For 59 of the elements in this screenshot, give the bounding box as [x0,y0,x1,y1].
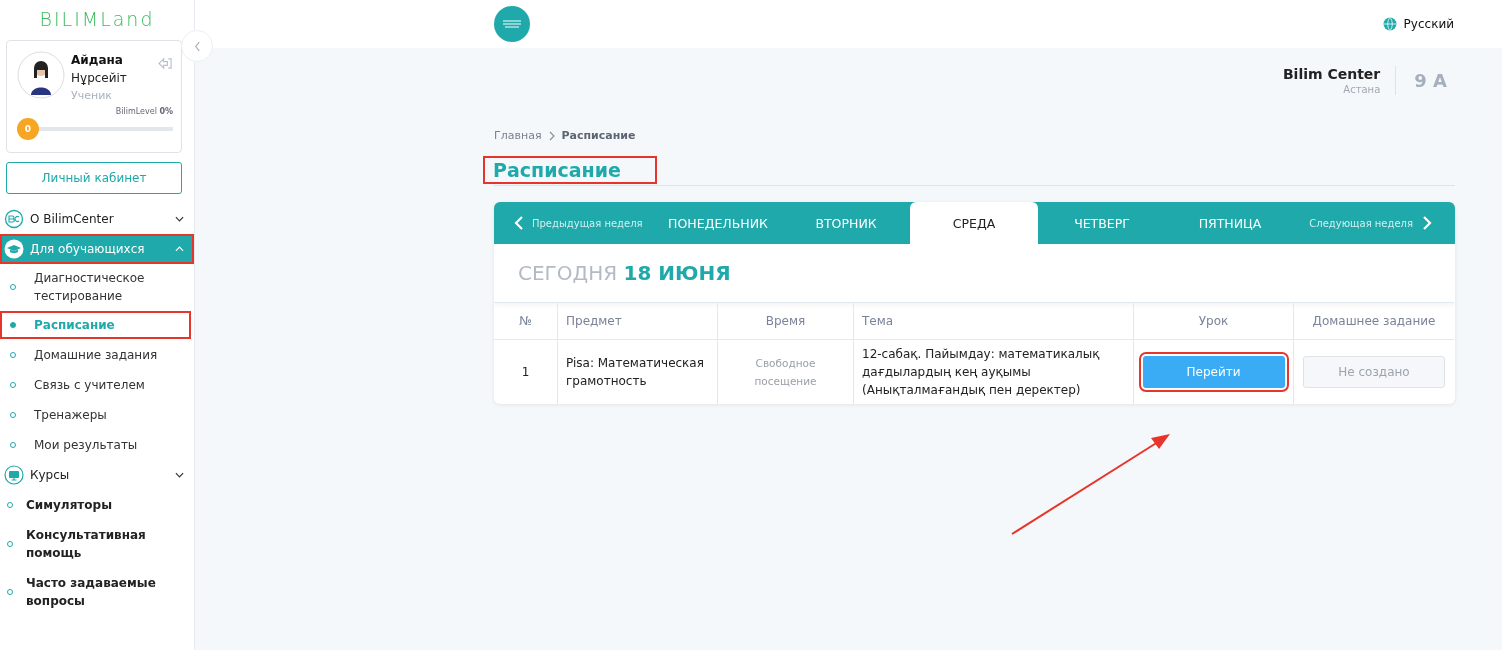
nav-group[interactable]: Для обучающихся [0,234,194,264]
nav-group[interactable]: О BilimCenter [0,204,194,234]
table-cell: Свободное посещение [718,339,854,404]
chevron-left-icon [193,40,201,52]
breadcrumb[interactable]: Расписание [561,129,636,142]
level-caption: BilimLevel 0% [115,107,173,116]
chevron-icon [175,472,184,478]
day-tab[interactable]: ЧЕТВЕРГ [1038,202,1166,244]
school-city: Астана [1343,84,1381,95]
column-header: № [494,302,558,339]
chevron-right-icon [1422,215,1432,231]
chevron-left-icon [514,215,524,231]
column-header: Домашнее задание [1294,302,1454,339]
center-logo-icon[interactable] [494,6,530,42]
chevron-icon [548,130,555,141]
column-header: Тема [854,302,1134,339]
table-cell: 1 [494,339,558,404]
table-cell: Pisa: Математическая грамотность [558,339,718,404]
today-date: СЕГОДНЯ 18 ИЮНЯ [518,261,731,285]
nav-link[interactable]: Часто задаваемые вопросы [0,568,194,616]
class-label: 9 А [1413,70,1448,91]
column-header: Предмет [558,302,718,339]
bc-circle-icon [4,209,24,229]
language-selector[interactable]: Русский [1382,17,1454,31]
nav-item[interactable]: Расписание [0,311,191,339]
level-badge: 0 [17,118,39,140]
nav-item[interactable]: Тренажеры [0,401,191,429]
nav-group-label: О BilimCenter [30,212,115,226]
user-role: Ученик [71,88,113,104]
day-tab[interactable]: ВТОРНИК [782,202,910,244]
user-last-name: Нұрсейіт [71,70,128,87]
graduation-cap-icon [4,239,24,259]
chevron-icon [175,246,184,252]
nav-group-label: Курсы [30,468,71,482]
nav-item[interactable]: Диагностическое тестирование [0,265,191,309]
nav-group-label: Для обучающихся [30,242,146,256]
breadcrumb[interactable]: Главная [494,129,542,142]
column-header: Время [718,302,854,339]
day-tab[interactable]: СРЕДА [910,202,1038,244]
nav-item[interactable]: Связь с учителем [0,371,191,399]
nav-group[interactable]: Курсы [0,460,194,490]
day-tab[interactable]: ПЯТНИЦА [1166,202,1294,244]
avatar [17,51,65,99]
chevron-icon [175,216,184,222]
column-header: Урок [1134,302,1294,339]
nav-link[interactable]: Консультативная помощь [0,520,194,568]
monitor-icon [4,465,24,485]
nav-item[interactable]: Домашние задания [0,341,191,369]
school-name: Bilim Center [1282,66,1381,82]
user-first-name: Айдана [71,52,124,69]
nav-item[interactable]: Мои результаты [0,431,191,459]
nav-link[interactable]: Симуляторы [0,490,194,520]
globe-icon [1382,17,1397,31]
day-tab[interactable]: ПОНЕДЕЛЬНИК [654,202,782,244]
page-title: Расписание [483,156,657,184]
collapse-button[interactable] [181,30,213,62]
logout-icon[interactable] [158,57,173,70]
cabinet-button[interactable]: Личный кабинет [6,162,182,194]
table-cell: 12-сабақ. Пайымдау: математикалық дағдылардың кең ауқымы (Анықталмағандық пен деректер) [854,339,1134,404]
